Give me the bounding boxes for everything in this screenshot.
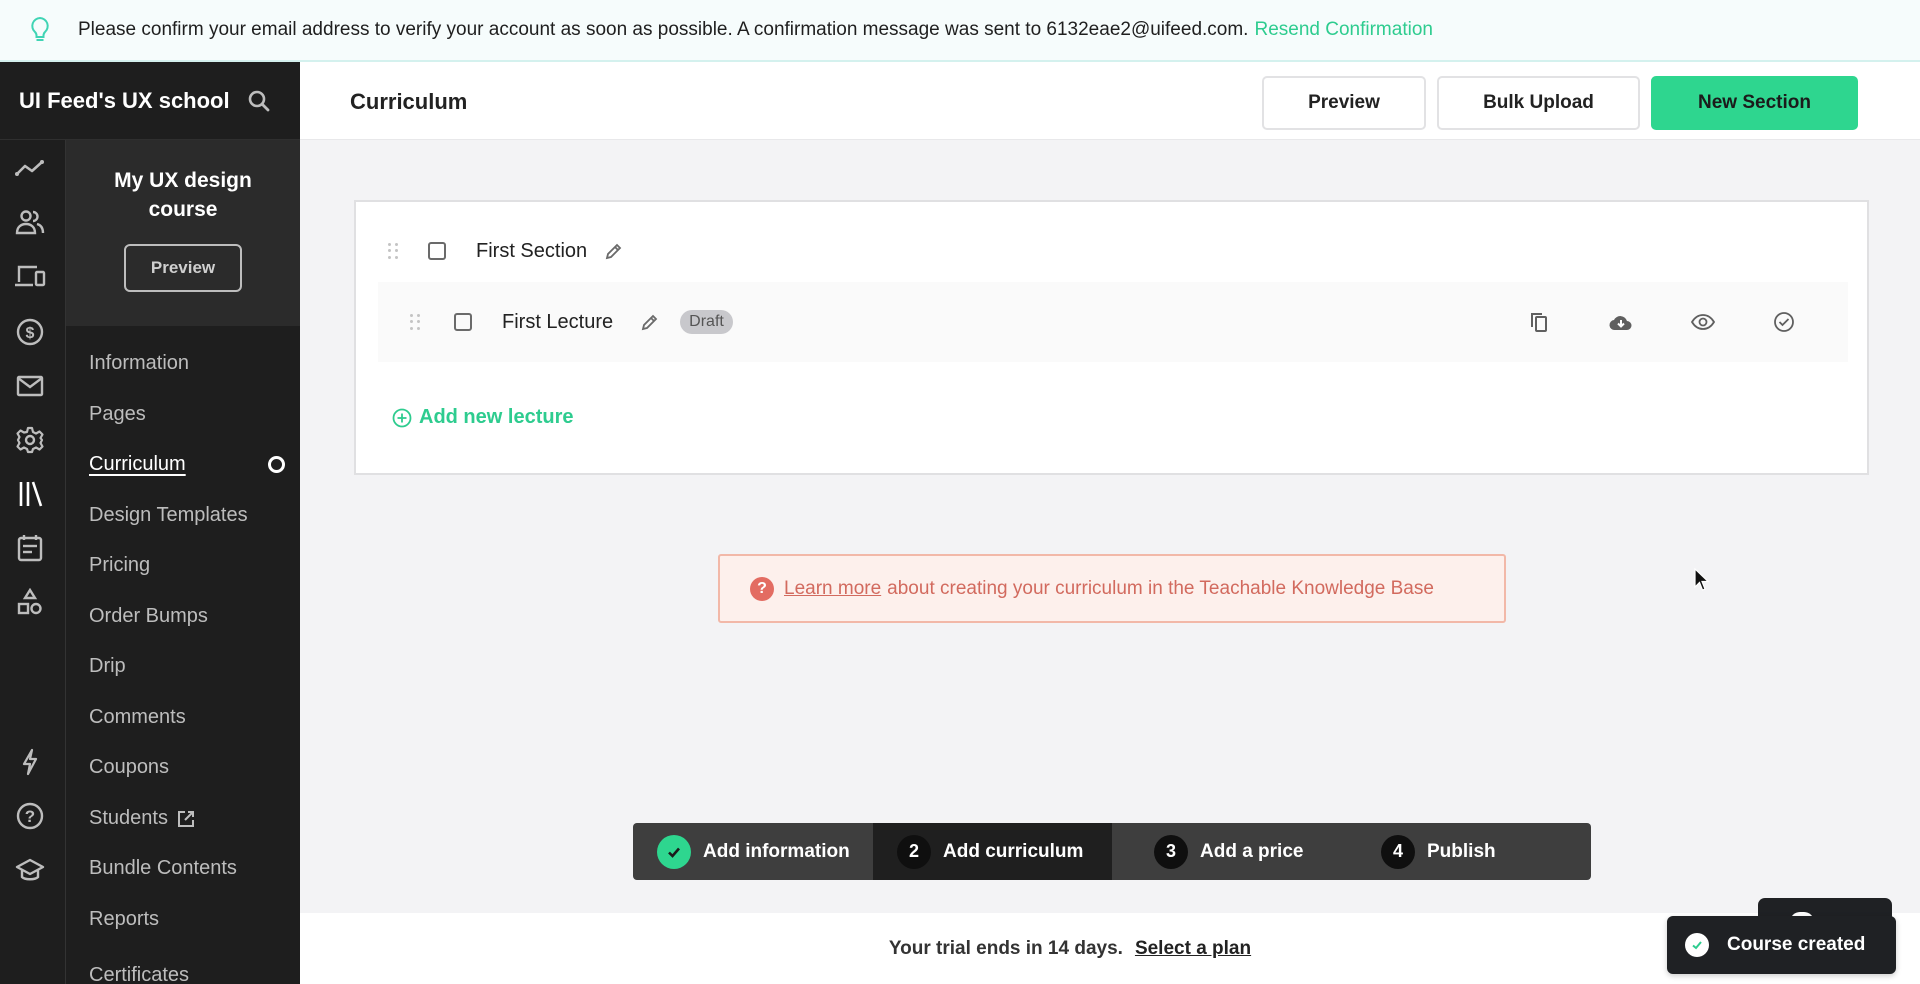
nav-item-curriculum[interactable]: Curriculum (89, 453, 186, 476)
step-label: Add a price (1200, 840, 1304, 862)
check-circle-icon[interactable] (1770, 308, 1798, 336)
check-icon (657, 834, 691, 869)
step-label: Add information (703, 840, 850, 862)
eye-icon[interactable] (1689, 308, 1717, 336)
nav-item-drip[interactable]: Drip (89, 655, 126, 678)
section-checkbox[interactable] (428, 242, 446, 260)
trial-text: Your trial ends in 14 days. (888, 937, 1123, 959)
knowledge-base-notice: ? Learn more about creating your curricu… (718, 554, 1506, 623)
gear-icon[interactable] (14, 424, 46, 456)
nav-item-information[interactable]: Information (89, 352, 189, 375)
edit-section-icon[interactable] (605, 242, 623, 260)
lecture-title[interactable]: First Lecture (502, 311, 613, 334)
page-title: Curriculum (350, 89, 468, 114)
shapes-icon[interactable] (14, 586, 46, 618)
nav-item-design-templates[interactable]: Design Templates (89, 504, 248, 527)
course-panel: My UX design course Preview (66, 140, 300, 326)
mouse-cursor-icon (1694, 567, 1710, 597)
calendar-icon[interactable] (14, 532, 46, 564)
notice-text: about creating your curriculum in the Te… (887, 577, 1434, 599)
cloud-download-icon[interactable] (1607, 308, 1635, 336)
drag-handle-icon[interactable] (388, 243, 398, 259)
banner-message: Please confirm your email address to ver… (78, 19, 1249, 40)
bulk-upload-button[interactable]: Bulk Upload (1437, 76, 1640, 130)
select-plan-link[interactable]: Select a plan (1135, 938, 1251, 960)
learn-more-link[interactable]: Learn more (784, 578, 881, 600)
resend-confirmation-link[interactable]: Resend Confirmation (1254, 19, 1432, 41)
email-confirmation-banner: Please confirm your email address to ver… (0, 0, 1920, 62)
step-add-curriculum[interactable]: 2 Add curriculum (873, 823, 1112, 880)
setup-stepper: Add information 2 Add curriculum 3 Add a… (633, 823, 1591, 880)
nav-item-bundle-contents[interactable]: Bundle Contents (89, 857, 237, 880)
add-new-lecture-label: Add new lecture (419, 406, 574, 428)
school-name[interactable]: UI Feed's UX school (19, 88, 230, 114)
section-title: First Section (476, 239, 588, 262)
new-section-button[interactable]: New Section (1651, 76, 1858, 130)
dollar-icon[interactable]: $ (14, 316, 46, 348)
users-icon[interactable] (14, 206, 46, 238)
step-add-a-price[interactable]: 3 Add a price (1112, 823, 1369, 880)
icon-rail: $ ? (0, 140, 66, 984)
external-link-icon (177, 810, 195, 828)
preview-button[interactable]: Preview (1262, 76, 1426, 130)
section-card: First Section First Lecture Draft Add ne… (354, 200, 1869, 475)
drag-handle-icon[interactable] (410, 314, 420, 330)
nav-item-students[interactable]: Students (89, 807, 195, 830)
step-number: 2 (897, 834, 931, 869)
step-add-information[interactable]: Add information (633, 823, 873, 880)
copy-icon[interactable] (1525, 308, 1553, 336)
status-badge: Draft (680, 310, 733, 334)
search-icon[interactable] (248, 90, 270, 118)
active-indicator-icon (268, 456, 285, 473)
school-header: UI Feed's UX school (0, 62, 300, 140)
lightning-icon[interactable] (14, 746, 46, 778)
question-icon: ? (750, 576, 774, 601)
add-new-lecture-link[interactable]: Add new lecture (392, 406, 573, 429)
nav-item-pages[interactable]: Pages (89, 403, 146, 426)
lightbulb-icon (28, 15, 52, 45)
step-label: Publish (1427, 840, 1496, 862)
lecture-checkbox[interactable] (454, 313, 472, 331)
check-circle-icon (1685, 933, 1709, 957)
devices-icon[interactable] (14, 260, 46, 292)
nav-item-comments[interactable]: Comments (89, 706, 186, 729)
step-number: 3 (1154, 834, 1188, 869)
mail-icon[interactable] (14, 370, 46, 402)
course-preview-button[interactable]: Preview (124, 244, 242, 292)
nav-item-pricing[interactable]: Pricing (89, 554, 150, 577)
svg-text:$: $ (26, 325, 35, 342)
nav-item-coupons[interactable]: Coupons (89, 756, 169, 779)
lecture-row: First Lecture Draft (378, 282, 1848, 362)
analytics-icon[interactable] (14, 152, 46, 184)
step-label: Add curriculum (943, 840, 1084, 862)
step-publish[interactable]: 4 Publish (1369, 823, 1591, 880)
edit-lecture-icon[interactable] (641, 313, 659, 331)
nav-item-reports[interactable]: Reports (89, 908, 159, 931)
nav-item-order-bumps[interactable]: Order Bumps (89, 605, 208, 628)
section-row: First Section (388, 234, 623, 268)
toast-message: Course created (1727, 934, 1866, 955)
nav-item-students-label: Students (89, 807, 168, 829)
step-number: 4 (1381, 834, 1415, 869)
course-title: My UX design course (114, 169, 252, 221)
plus-circle-icon (392, 408, 412, 428)
page-header: Curriculum Preview Bulk Upload New Secti… (300, 62, 1920, 140)
graduation-cap-icon[interactable] (14, 854, 46, 886)
course-nav: Information Pages Curriculum Design Temp… (66, 326, 300, 984)
course-created-toast: Course created (1667, 916, 1896, 974)
library-icon[interactable] (14, 478, 46, 510)
help-icon[interactable]: ? (14, 800, 46, 832)
nav-item-certificates[interactable]: Certificates (89, 964, 189, 984)
svg-text:?: ? (25, 807, 35, 826)
